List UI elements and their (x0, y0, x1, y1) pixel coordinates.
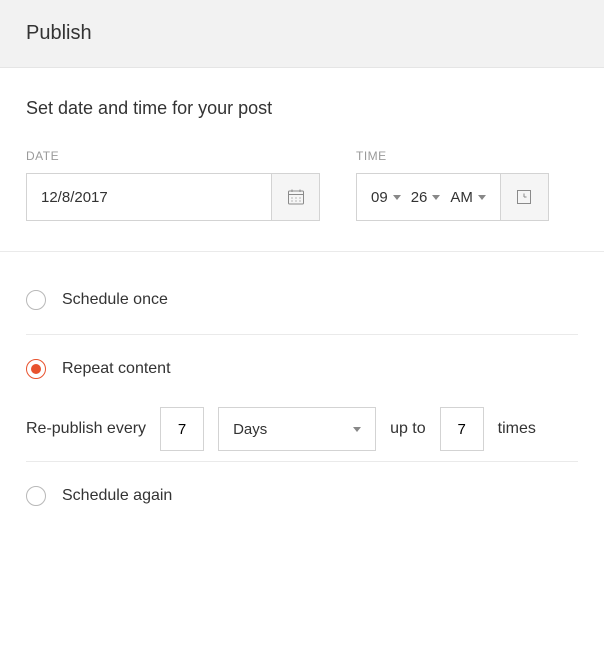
header: Publish (0, 0, 604, 68)
chevron-down-icon (393, 195, 401, 200)
chevron-down-icon (353, 427, 361, 432)
chevron-down-icon (432, 195, 440, 200)
date-field-group: DATE (26, 149, 320, 221)
date-input-wrap (26, 173, 320, 221)
divider (26, 334, 578, 335)
time-label: TIME (356, 149, 549, 163)
repub-unit-select[interactable]: Days (218, 407, 376, 451)
time-picker-button[interactable] (500, 174, 548, 220)
date-label: DATE (26, 149, 320, 163)
date-input[interactable] (27, 174, 271, 220)
schedule-once-label: Schedule once (62, 291, 168, 309)
date-picker-button[interactable] (271, 174, 319, 220)
time-ampm-select[interactable]: AM (448, 189, 488, 206)
time-minute-value: 26 (411, 189, 428, 206)
calendar-icon (287, 188, 305, 206)
repub-interval-input[interactable] (160, 407, 204, 451)
clock-icon (516, 189, 532, 205)
repeat-config: Re-publish every Days up to times (26, 407, 578, 451)
datetime-section: Set date and time for your post DATE (0, 68, 604, 251)
time-field-group: TIME 09 26 AM (356, 149, 549, 221)
datetime-row: DATE (26, 149, 578, 221)
chevron-down-icon (478, 195, 486, 200)
radio-icon (26, 359, 46, 379)
time-input-wrap: 09 26 AM (356, 173, 549, 221)
repub-times-input[interactable] (440, 407, 484, 451)
radio-icon (26, 290, 46, 310)
section-title: Set date and time for your post (26, 98, 578, 119)
schedule-options: Schedule once Repeat content Re-publish … (0, 252, 604, 560)
schedule-again-option[interactable]: Schedule again (26, 472, 578, 520)
time-ampm-value: AM (450, 189, 473, 206)
radio-icon (26, 486, 46, 506)
repub-prefix: Re-publish every (26, 420, 146, 438)
time-hour-value: 09 (371, 189, 388, 206)
schedule-once-option[interactable]: Schedule once (26, 276, 578, 324)
repub-unit-value: Days (233, 421, 267, 438)
repeat-content-option[interactable]: Repeat content (26, 345, 578, 393)
repub-upto: up to (390, 420, 426, 438)
page-title: Publish (26, 22, 578, 45)
time-hour-select[interactable]: 09 (369, 189, 403, 206)
time-minute-select[interactable]: 26 (409, 189, 443, 206)
time-selects: 09 26 AM (357, 174, 500, 220)
schedule-again-label: Schedule again (62, 487, 172, 505)
repub-suffix: times (498, 420, 536, 438)
divider (26, 461, 578, 462)
repeat-content-label: Repeat content (62, 360, 171, 378)
